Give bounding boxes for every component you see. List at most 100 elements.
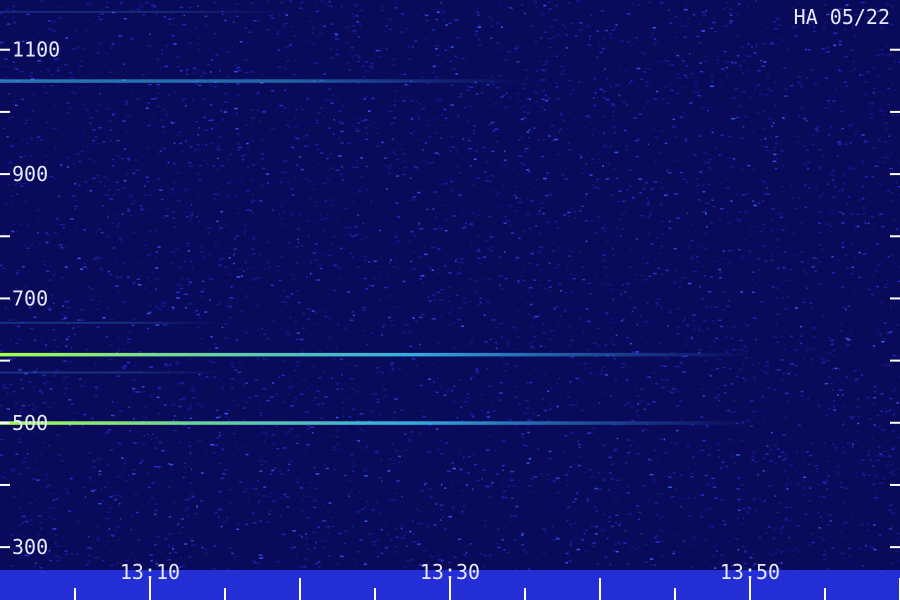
noise-pixel xyxy=(509,479,514,481)
noise-pixel xyxy=(461,553,465,556)
noise-pixel xyxy=(174,415,176,417)
noise-pixel xyxy=(475,177,479,179)
noise-pixel xyxy=(191,496,195,498)
noise-pixel xyxy=(462,262,465,265)
noise-pixel xyxy=(178,284,182,286)
noise-pixel xyxy=(605,312,609,314)
noise-pixel xyxy=(826,414,829,416)
noise-pixel xyxy=(759,93,763,95)
noise-pixel xyxy=(504,59,508,61)
noise-pixel xyxy=(879,109,883,112)
noise-pixel xyxy=(48,20,52,22)
noise-pixel xyxy=(97,458,101,460)
noise-pixel xyxy=(557,153,560,156)
noise-pixel xyxy=(498,175,500,177)
noise-pixel xyxy=(556,98,560,100)
noise-pixel xyxy=(688,129,691,131)
noise-pixel xyxy=(429,496,433,499)
noise-pixel xyxy=(130,515,135,518)
noise-pixel xyxy=(772,336,777,338)
noise-pixel xyxy=(831,349,836,352)
noise-pixel xyxy=(147,254,151,256)
noise-pixel xyxy=(402,153,405,155)
noise-pixel xyxy=(817,404,821,407)
noise-pixel xyxy=(762,199,764,202)
noise-pixel xyxy=(389,262,391,264)
noise-pixel xyxy=(727,157,731,159)
noise-pixel xyxy=(621,228,625,231)
noise-pixel xyxy=(830,174,835,176)
noise-pixel xyxy=(234,555,237,558)
noise-pixel xyxy=(352,56,354,58)
noise-pixel xyxy=(220,525,223,528)
noise-pixel xyxy=(618,479,621,481)
noise-pixel xyxy=(319,0,323,3)
noise-pixel xyxy=(56,434,60,437)
noise-pixel xyxy=(711,80,714,83)
noise-pixel xyxy=(417,256,419,259)
noise-pixel xyxy=(885,45,889,47)
noise-pixel xyxy=(156,13,158,15)
noise-pixel xyxy=(465,556,467,558)
noise-pixel xyxy=(432,477,434,480)
noise-pixel xyxy=(894,219,897,221)
noise-pixel xyxy=(114,529,118,532)
noise-pixel xyxy=(376,132,379,134)
noise-pixel xyxy=(243,59,248,61)
noise-pixel xyxy=(23,122,28,125)
noise-pixel xyxy=(377,308,379,311)
noise-pixel xyxy=(420,489,424,492)
noise-pixel xyxy=(223,148,225,150)
noise-pixel xyxy=(474,292,477,294)
noise-pixel xyxy=(290,547,295,549)
noise-pixel xyxy=(880,301,883,304)
noise-pixel xyxy=(515,196,518,199)
noise-pixel xyxy=(171,404,175,406)
noise-pixel xyxy=(526,382,530,384)
noise-pixel xyxy=(702,183,705,186)
noise-pixel xyxy=(256,563,261,565)
noise-pixel xyxy=(213,241,218,243)
noise-pixel xyxy=(740,255,744,258)
noise-pixel xyxy=(313,312,317,314)
noise-pixel xyxy=(338,121,342,123)
noise-pixel xyxy=(404,566,407,568)
noise-pixel xyxy=(370,410,374,413)
noise-pixel xyxy=(502,185,505,187)
noise-pixel xyxy=(872,147,876,149)
noise-pixel xyxy=(790,185,792,187)
noise-pixel xyxy=(63,247,65,249)
noise-pixel xyxy=(758,535,762,537)
noise-pixel xyxy=(456,273,460,275)
noise-pixel xyxy=(310,260,312,262)
noise-pixel xyxy=(792,197,795,199)
noise-pixel xyxy=(416,364,418,366)
noise-pixel xyxy=(532,340,535,342)
noise-pixel xyxy=(357,122,360,124)
noise-pixel xyxy=(37,232,39,234)
noise-pixel xyxy=(620,293,622,296)
noise-pixel xyxy=(302,312,306,315)
noise-pixel xyxy=(789,269,793,271)
noise-pixel xyxy=(795,364,798,367)
noise-pixel xyxy=(641,263,643,266)
noise-pixel xyxy=(753,204,757,207)
noise-pixel xyxy=(485,180,489,182)
noise-pixel xyxy=(410,260,412,263)
noise-pixel xyxy=(125,173,129,175)
noise-pixel xyxy=(314,243,318,245)
noise-pixel xyxy=(691,456,695,458)
noise-pixel xyxy=(508,6,512,9)
noise-pixel xyxy=(351,25,356,27)
noise-pixel xyxy=(147,486,151,489)
noise-pixel xyxy=(583,127,586,129)
noise-pixel xyxy=(772,55,774,57)
noise-pixel xyxy=(745,69,749,71)
noise-pixel xyxy=(277,66,282,68)
noise-pixel xyxy=(317,350,321,352)
noise-pixel xyxy=(820,248,823,250)
noise-pixel xyxy=(363,76,365,78)
noise-pixel xyxy=(419,227,424,230)
noise-pixel xyxy=(626,336,629,339)
noise-pixel xyxy=(776,448,781,451)
